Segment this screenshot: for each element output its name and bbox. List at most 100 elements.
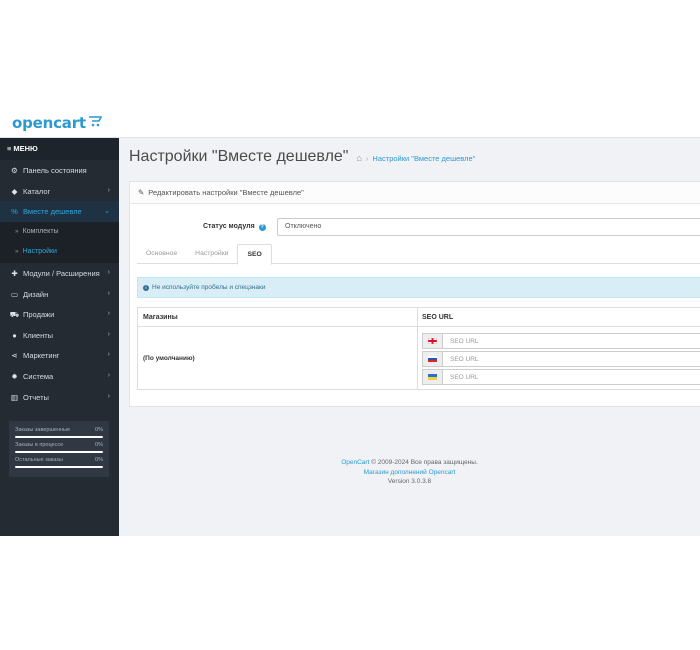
sidebar-item-sales[interactable]: ⛟ Продажи › (0, 304, 119, 325)
sidebar-item-label: Отчеты (23, 392, 49, 402)
breadcrumb-separator: › (365, 153, 369, 163)
chevron-right-icon: › (107, 351, 110, 359)
stat-complete: Заказы завершенные 0% (15, 427, 103, 438)
progress-bar (15, 466, 103, 468)
column-header-seo: SEO URL (422, 314, 454, 321)
panel-heading: ✎ Редактировать настройки "Вместе дешевле… (130, 182, 700, 204)
seo-url-input-en[interactable]: SEO URL (422, 333, 700, 349)
double-chevron-icon: » (15, 227, 19, 235)
dashboard-icon: ⚙ (11, 166, 18, 175)
status-label: Статус модуля ? (203, 223, 266, 231)
chevron-right-icon: › (107, 268, 110, 276)
cart-logo-icon (88, 116, 103, 127)
seo-url-input-ru[interactable]: SEO URL (422, 351, 700, 367)
sidebar-item-label: Система (23, 371, 54, 381)
flag-ua-icon (423, 370, 443, 384)
seo-url-placeholder: SEO URL (450, 356, 479, 363)
stat-value: 0% (95, 442, 103, 448)
footer: OpenCart © 2009-2024 Все права защищены.… (119, 458, 700, 487)
sidebar-item-design[interactable]: ▭ Дизайн › (0, 284, 119, 305)
stat-value: 0% (95, 427, 103, 433)
admin-app: opencart ≡ МЕНЮ ⚙ Панель состояния ◆ Катало… (0, 105, 700, 536)
sidebar-subitem-label: Настройки (22, 248, 57, 256)
table-header: Магазины SEO URL (138, 308, 700, 327)
sidebar-item-marketing[interactable]: ⋖ Маркетинг › (0, 345, 119, 366)
seo-url-input-ua[interactable]: SEO URL (422, 369, 700, 385)
sidebar-item-label: Каталог (23, 186, 51, 196)
stat-label: Заказы в процессе (15, 442, 64, 448)
sidebar-subitem-label: Комплекты (22, 227, 59, 235)
breadcrumb-link[interactable]: Настройки "Вместе дешевле" (372, 154, 475, 163)
sidebar-item-label: Клиенты (23, 330, 54, 340)
sidebar-item-catalog[interactable]: ◆ Каталог › (0, 181, 119, 202)
tag-icon: ◆ (11, 186, 18, 196)
menu-toggle[interactable]: ≡ МЕНЮ (0, 138, 119, 160)
column-header-stores: Магазины (143, 314, 178, 321)
settings-panel: ✎ Редактировать настройки "Вместе дешевле… (129, 181, 700, 407)
addons-store-link[interactable]: Магазин дополнений Opencart (364, 469, 456, 476)
version-text: Version 3.0.3.8 (387, 478, 432, 485)
sidebar-item-label: Маркетинг (23, 351, 60, 361)
logo-text: opencart (12, 114, 86, 132)
page-header: Настройки "Вместе дешевле" ⌂ › Настройки… (129, 148, 475, 166)
chevron-right-icon: › (107, 330, 110, 338)
stat-processing: Заказы в процессе 0% (15, 442, 103, 453)
copyright-text: © 2009-2024 Все права защищены. (371, 459, 478, 466)
user-icon: ● (12, 330, 17, 340)
bar-chart-icon: ▥ (10, 392, 19, 402)
sidebar-item-dashboard[interactable]: ⚙ Панель состояния (0, 160, 119, 181)
sidebar-item-customers[interactable]: ● Клиенты › (0, 325, 119, 346)
stat-value: 0% (95, 457, 103, 463)
help-icon[interactable]: ? (258, 224, 266, 231)
uk-flag-icon (428, 338, 437, 344)
stat-label: Заказы завершенные (15, 427, 71, 433)
ru-flag-icon (428, 356, 437, 362)
double-chevron-icon: » (15, 248, 19, 256)
chevron-right-icon: › (107, 371, 110, 379)
seo-url-placeholder: SEO URL (450, 338, 479, 345)
sidebar-subitem-settings[interactable]: » Настройки (0, 242, 119, 263)
info-alert: i Не используйте пробелы и спецзнаки (137, 277, 700, 298)
puzzle-icon: ✚ (11, 268, 18, 278)
sidebar-subitem-kits[interactable]: » Комплекты (0, 221, 119, 243)
tab-general[interactable]: Основное (137, 244, 186, 264)
column-divider (417, 308, 418, 390)
opencart-logo[interactable]: opencart (12, 113, 104, 133)
tab-settings[interactable]: Настройки (186, 244, 237, 264)
sidebar-item-label: Модули / Расширения (23, 268, 100, 278)
sidebar: ≡ МЕНЮ ⚙ Панель состояния ◆ Каталог › % Вмес… (0, 138, 119, 536)
ua-flag-icon (428, 374, 437, 380)
sidebar-item-extensions[interactable]: ✚ Модули / Расширения › (0, 263, 119, 284)
stat-other: Остальные заказы 0% (15, 457, 103, 468)
cart-icon: ⛟ (9, 310, 20, 320)
opencart-link[interactable]: OpenCart (341, 459, 369, 466)
main-content: Настройки "Вместе дешевле" ⌂ › Настройки… (119, 138, 700, 536)
sidebar-item-label: Панель состояния (23, 166, 87, 175)
breadcrumb: ⌂ › Настройки "Вместе дешевле" (356, 153, 475, 163)
progress-bar (15, 436, 103, 438)
seo-table: Магазины SEO URL (По умолчанию) SEO URL (137, 307, 700, 390)
share-icon: ⋖ (11, 351, 18, 361)
stat-label: Остальные заказы (15, 457, 63, 463)
top-header: opencart (0, 105, 700, 138)
hamburger-icon: ≡ (7, 144, 12, 153)
page-title: Настройки "Вместе дешевле" (129, 148, 349, 165)
status-select[interactable]: Отключено (277, 218, 700, 236)
chevron-right-icon: › (107, 310, 110, 318)
sidebar-item-system[interactable]: ✹ Система › (0, 366, 119, 387)
tab-seo[interactable]: SEO (237, 244, 272, 265)
seo-url-placeholder: SEO URL (450, 374, 479, 381)
percent-icon: % (11, 207, 18, 217)
flag-en-icon (423, 334, 443, 348)
sidebar-item-label: Продажи (23, 310, 55, 320)
pencil-icon: ✎ (138, 188, 145, 197)
progress-bar (15, 451, 103, 453)
sidebar-item-bundle[interactable]: % Вместе дешевле ⌄ (0, 201, 119, 222)
flag-ru-icon (423, 352, 443, 366)
panel-title: Редактировать настройки "Вместе дешевле" (148, 188, 304, 197)
home-icon[interactable]: ⌂ (356, 153, 361, 163)
cog-icon: ✹ (11, 371, 18, 381)
sidebar-item-label: Дизайн (23, 289, 49, 299)
sidebar-item-reports[interactable]: ▥ Отчеты › (0, 387, 119, 408)
store-name: (По умолчанию) (143, 355, 195, 362)
